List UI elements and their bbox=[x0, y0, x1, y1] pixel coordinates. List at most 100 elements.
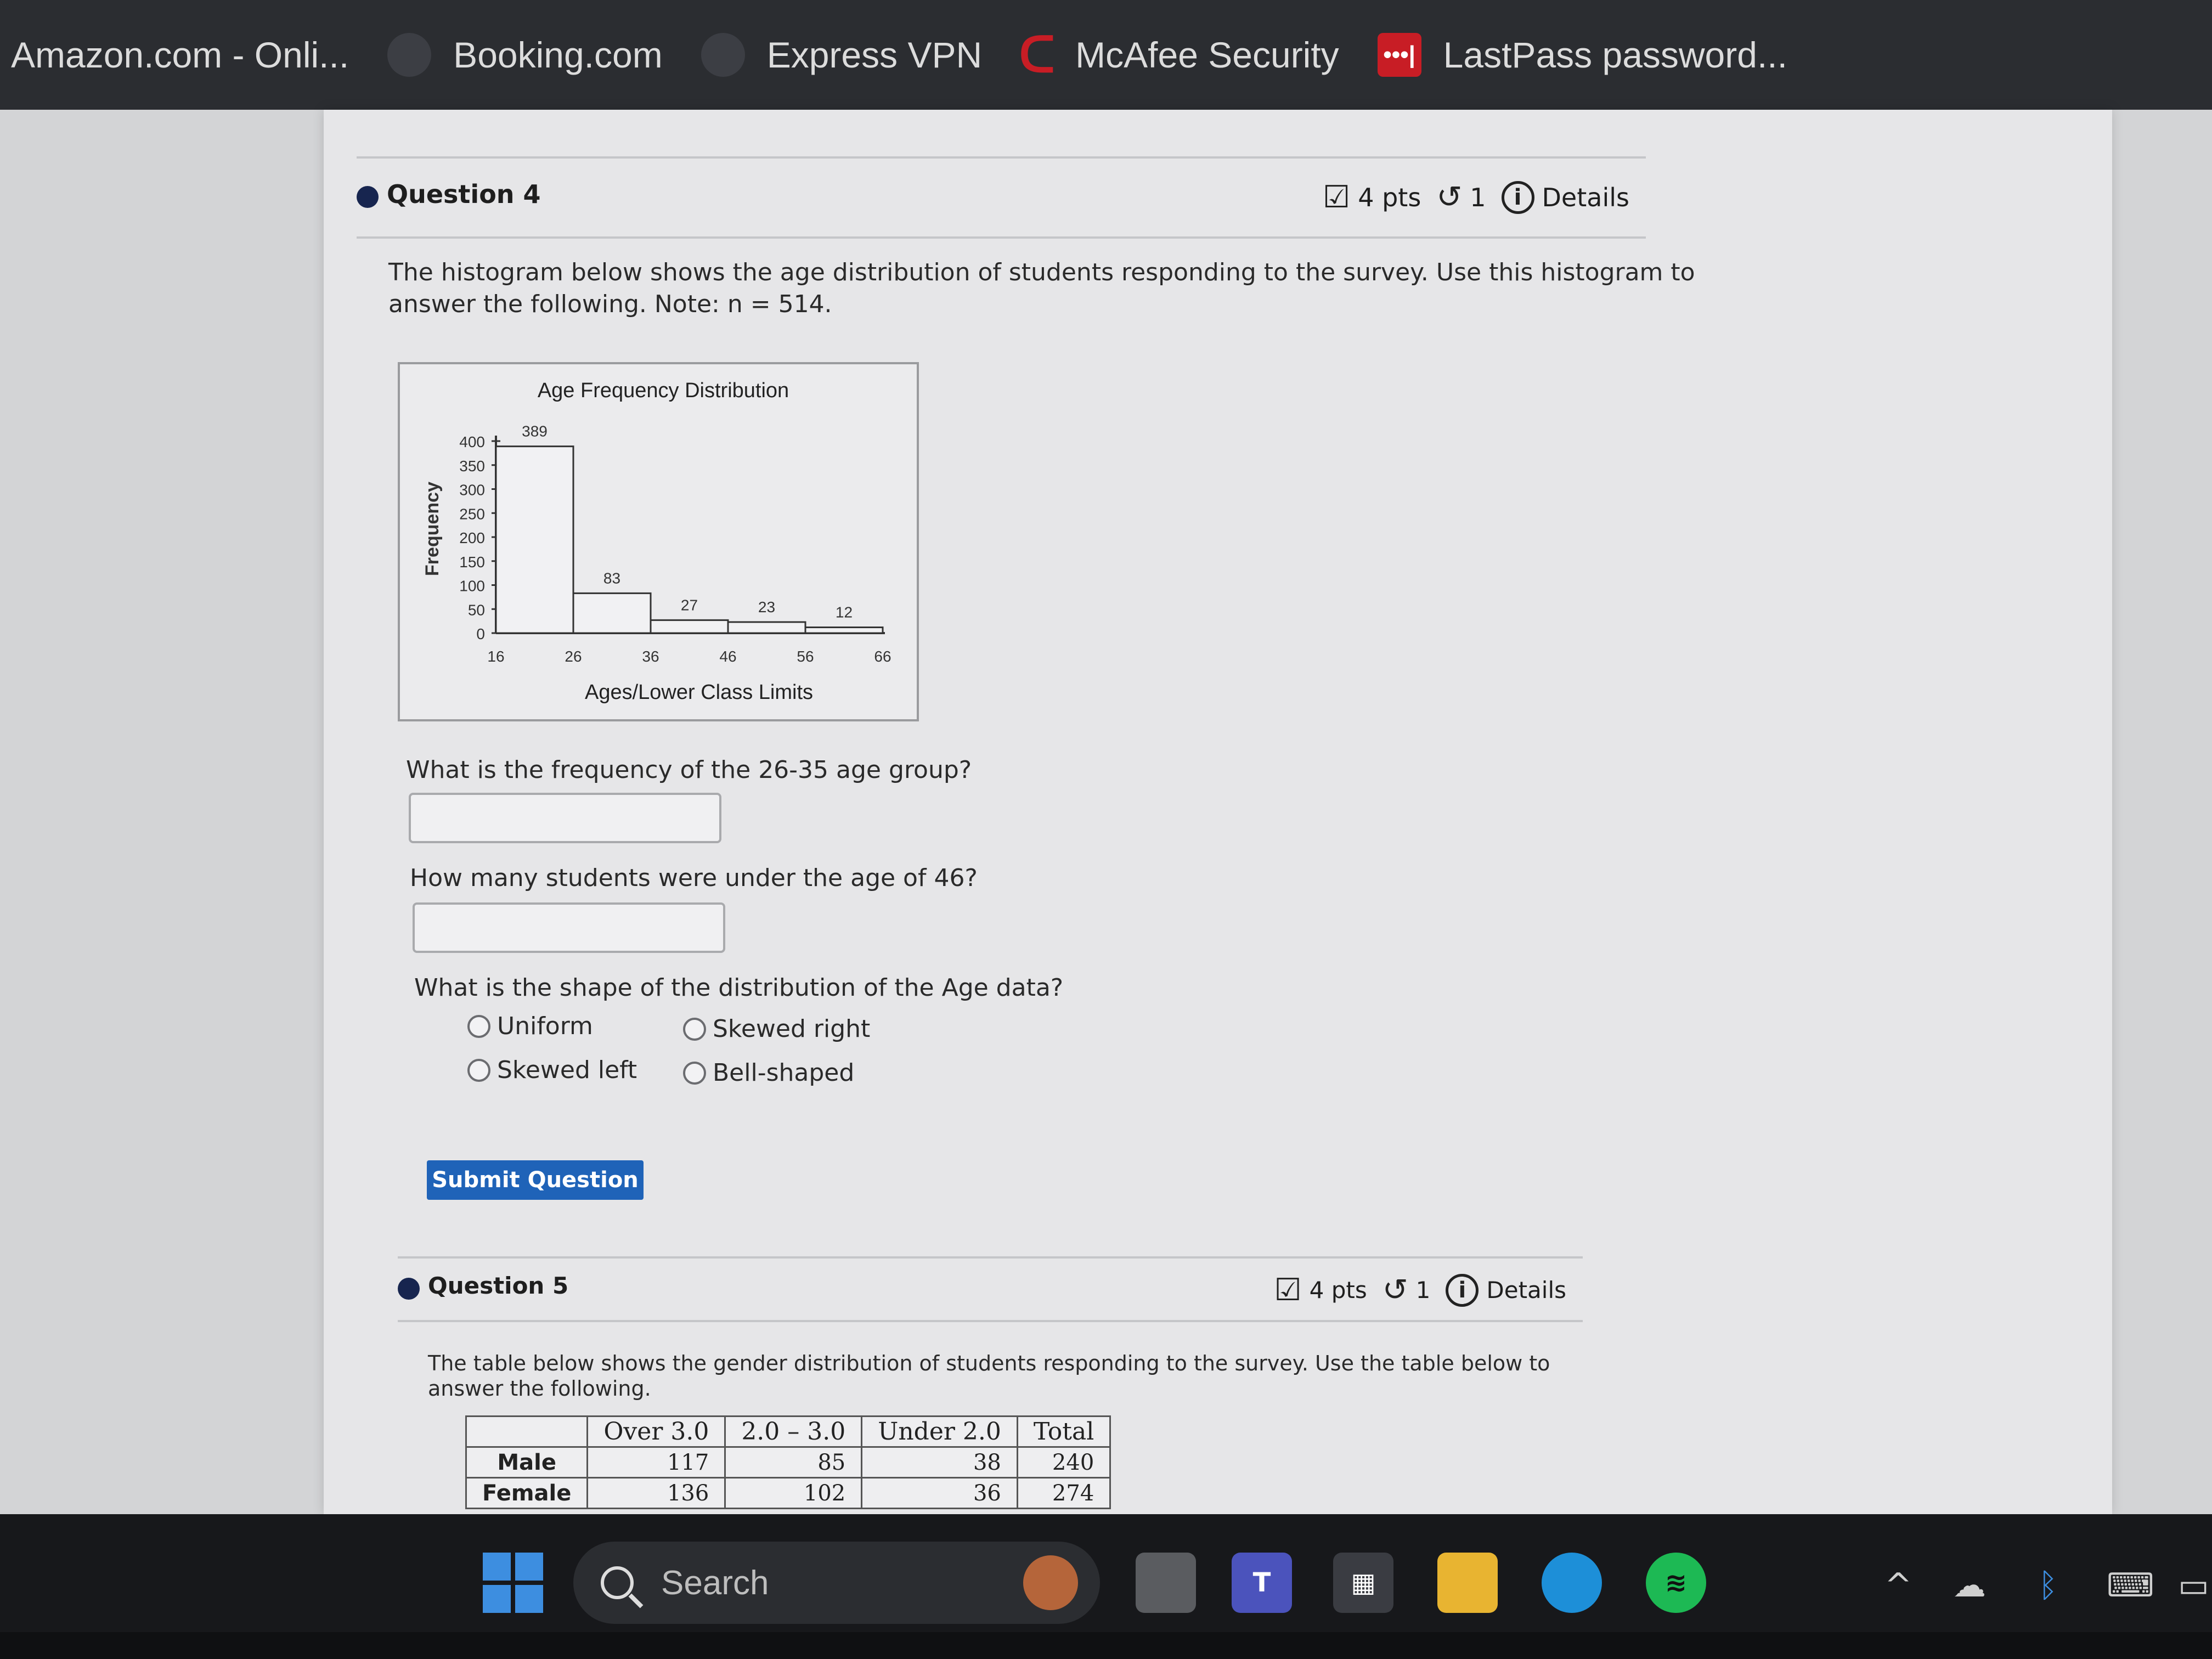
booking-icon bbox=[387, 33, 432, 77]
bookmark-label: McAfee Security bbox=[1075, 35, 1339, 75]
details-link[interactable]: Details bbox=[1486, 1277, 1566, 1304]
bookmark-mcafee[interactable]: ᑕ McAfee Security bbox=[1019, 0, 1339, 110]
radio-button[interactable] bbox=[467, 1014, 490, 1038]
table-cell: 274 bbox=[1016, 1477, 1111, 1509]
table-cell: 117 bbox=[586, 1446, 726, 1479]
onedrive-icon[interactable]: ☁ bbox=[1953, 1566, 1986, 1605]
points-label: 4 pts bbox=[1309, 1277, 1367, 1304]
question-5-header: Question 5 ☑ 4 pts ↺ 1 i Details bbox=[398, 1256, 1583, 1322]
frequency-answer-input[interactable] bbox=[409, 793, 721, 843]
prompt-line: The histogram below shows the age distri… bbox=[388, 258, 1695, 286]
x-tick-label: 66 bbox=[874, 648, 891, 665]
search-highlight-icon bbox=[1023, 1555, 1078, 1610]
prompt-line: answer the following. bbox=[428, 1376, 651, 1401]
table-cell: Male bbox=[465, 1446, 589, 1479]
y-tick-label: 250 bbox=[459, 505, 485, 522]
table-cell: 36 bbox=[861, 1477, 1018, 1509]
store-icon[interactable]: ▦ bbox=[1333, 1553, 1393, 1613]
bookmark-amazon[interactable]: Amazon.com - Onli... bbox=[11, 0, 349, 110]
histogram-bar bbox=[727, 621, 806, 634]
bookmark-label: LastPass password... bbox=[1443, 35, 1787, 75]
bookmark-expressvpn[interactable]: Express VPN bbox=[701, 0, 982, 110]
bar-value-label: 27 bbox=[681, 596, 698, 613]
y-tick-label: 100 bbox=[459, 578, 485, 595]
question-status-dot bbox=[398, 1278, 420, 1300]
bookmark-booking[interactable]: Booking.com bbox=[387, 0, 663, 110]
x-tick-label: 16 bbox=[487, 648, 504, 665]
bookmarks-bar: Amazon.com - Onli... Booking.com Express… bbox=[0, 0, 2212, 110]
table-header-cell: Total bbox=[1016, 1415, 1111, 1448]
y-axis-label: Frequency bbox=[422, 482, 443, 576]
prompt-line: The table below shows the gender distrib… bbox=[428, 1351, 1550, 1375]
checkbox-icon: ☑ bbox=[1323, 179, 1351, 215]
option-label: Skewed right bbox=[713, 1015, 871, 1043]
keyboard-icon[interactable]: ⌨ bbox=[2107, 1566, 2154, 1605]
gender-gpa-table: Over 3.0 2.0 – 3.0 Under 2.0 Total Male … bbox=[465, 1415, 1111, 1509]
chevron-up-icon[interactable]: ^ bbox=[1884, 1566, 1912, 1605]
radio-button[interactable] bbox=[683, 1061, 706, 1085]
table-cell: 85 bbox=[724, 1446, 863, 1479]
checkbox-icon: ☑ bbox=[1274, 1272, 1302, 1308]
teams-icon[interactable]: T bbox=[1232, 1553, 1292, 1613]
page-background: Question 4 ☑ 4 pts ↺ 1 i Details The his… bbox=[0, 110, 2212, 1514]
option-uniform[interactable]: Uniform bbox=[467, 1012, 593, 1040]
histogram-bar bbox=[495, 445, 574, 634]
info-icon[interactable]: i bbox=[1501, 180, 1534, 214]
search-placeholder: Search bbox=[661, 1564, 769, 1602]
taskbar-search[interactable]: Search bbox=[573, 1542, 1100, 1624]
y-tick-label: 50 bbox=[468, 601, 485, 618]
option-skewed-left[interactable]: Skewed left bbox=[467, 1056, 637, 1084]
details-link[interactable]: Details bbox=[1542, 183, 1629, 212]
spotify-icon[interactable]: ≋ bbox=[1646, 1553, 1706, 1613]
bookmark-lastpass[interactable]: •••| LastPass password... bbox=[1377, 0, 1787, 110]
task-view-icon[interactable] bbox=[1136, 1553, 1196, 1613]
chart-marks: 0 50 100 150 200 250 300 350 400 16 26 36 46 56 66 389 8… bbox=[459, 423, 891, 665]
y-tick-label: 400 bbox=[459, 433, 485, 450]
table-cell: 38 bbox=[861, 1446, 1018, 1479]
bookmark-label: Amazon.com - Onli... bbox=[11, 35, 349, 75]
radio-button[interactable] bbox=[467, 1058, 490, 1082]
screen-bezel bbox=[0, 1632, 2212, 1659]
info-icon[interactable]: i bbox=[1446, 1273, 1479, 1307]
bluetooth-icon[interactable]: ᛒ bbox=[2038, 1566, 2058, 1605]
question-4-header: Question 4 ☑ 4 pts ↺ 1 i Details bbox=[357, 156, 1646, 239]
expressvpn-icon bbox=[701, 33, 745, 77]
display-icon[interactable]: ▭ bbox=[2178, 1566, 2209, 1605]
option-label: Uniform bbox=[497, 1012, 593, 1040]
y-tick-label: 150 bbox=[459, 554, 485, 571]
windows-logo-tile bbox=[483, 1585, 511, 1613]
table-cell: 240 bbox=[1016, 1446, 1111, 1479]
homework-content: Question 4 ☑ 4 pts ↺ 1 i Details The his… bbox=[324, 110, 2112, 1514]
table-header-cell bbox=[465, 1415, 589, 1448]
bookmark-label: Express VPN bbox=[766, 35, 983, 75]
edge-browser-icon[interactable] bbox=[1542, 1553, 1602, 1613]
x-tick-label: 26 bbox=[565, 648, 582, 665]
start-button[interactable] bbox=[483, 1553, 543, 1613]
y-tick-label: 0 bbox=[476, 625, 485, 642]
bookmark-label: Booking.com bbox=[453, 35, 663, 75]
question-5-prompt: The table below shows the gender distrib… bbox=[428, 1351, 1550, 1401]
subquestion-2: How many students were under the age of … bbox=[410, 864, 978, 892]
table-header-row: Over 3.0 2.0 – 3.0 Under 2.0 Total bbox=[465, 1415, 1111, 1448]
bar-value-label: 12 bbox=[836, 604, 853, 621]
bar-value-label: 389 bbox=[522, 423, 548, 440]
question-meta: ☑ 4 pts ↺ 1 i Details bbox=[1259, 1272, 1566, 1308]
file-explorer-icon[interactable] bbox=[1437, 1553, 1498, 1613]
attempts-label: 1 bbox=[1470, 182, 1486, 212]
x-tick-label: 46 bbox=[719, 648, 736, 665]
x-tick-label: 56 bbox=[797, 648, 814, 665]
x-axis-label: Ages/Lower Class Limits bbox=[585, 681, 813, 704]
bar-value-label: 83 bbox=[603, 569, 620, 586]
question-4-prompt: The histogram below shows the age distri… bbox=[388, 257, 1695, 320]
table-header-cell: 2.0 – 3.0 bbox=[724, 1415, 863, 1448]
histogram-bar bbox=[650, 619, 729, 634]
option-skewed-right[interactable]: Skewed right bbox=[683, 1015, 870, 1043]
radio-button[interactable] bbox=[683, 1017, 706, 1041]
count-answer-input[interactable] bbox=[413, 902, 725, 953]
table-cell: Female bbox=[465, 1477, 589, 1509]
submit-question-button[interactable]: Submit Question bbox=[427, 1160, 644, 1200]
windows-logo-tile bbox=[515, 1585, 543, 1613]
question-status-dot bbox=[357, 186, 379, 208]
attempts-label: 1 bbox=[1415, 1277, 1431, 1304]
option-bell-shaped[interactable]: Bell-shaped bbox=[683, 1059, 854, 1087]
